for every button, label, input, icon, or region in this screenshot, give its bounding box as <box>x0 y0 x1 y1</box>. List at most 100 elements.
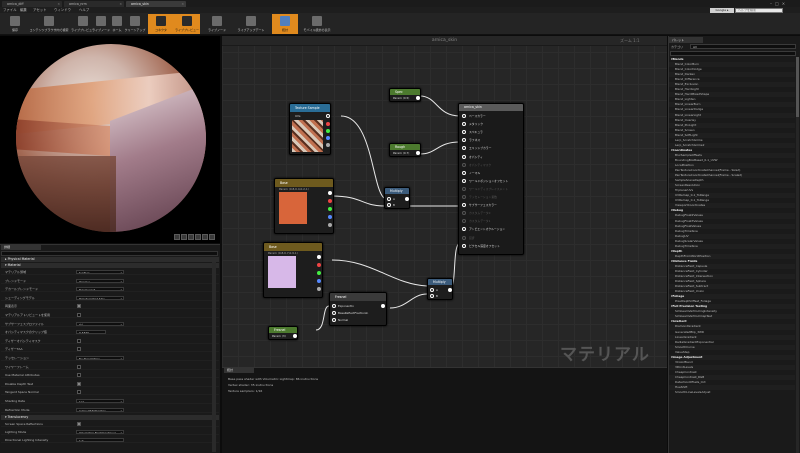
input-pin[interactable] <box>462 162 466 167</box>
node-material-output[interactable]: arnica_skin ベースカラー メタリック スペキュラ ラフネス エミッシブカラー… <box>458 103 524 255</box>
input-pin[interactable] <box>462 186 466 191</box>
property-select[interactable]: No Tessellation <box>76 356 124 360</box>
property-select[interactable]: Translucent <box>76 287 124 292</box>
section-physical-material[interactable]: ▸ Physical Material <box>1 257 219 262</box>
property-checkbox[interactable] <box>77 381 81 386</box>
output-pin-r[interactable] <box>328 199 332 203</box>
details-scrollbar[interactable] <box>212 262 216 452</box>
stats-toggle[interactable]: 統計 <box>272 14 298 34</box>
input-pin[interactable] <box>462 138 466 143</box>
node-base-color-param[interactable]: Base Param (0.8,0.4,0.2,1) <box>274 178 334 234</box>
input-pin-b[interactable] <box>430 294 434 298</box>
input-pin-exponent[interactable] <box>332 304 336 308</box>
output-pin-rgb[interactable] <box>326 114 330 118</box>
input-pin-normal[interactable] <box>332 318 336 322</box>
section-translucency[interactable]: ▾ Translucency <box>1 415 219 420</box>
input-pin[interactable] <box>462 170 466 175</box>
output-pin-b[interactable] <box>326 136 330 140</box>
property-input[interactable]: 0.3333 <box>76 330 106 335</box>
output-pin-r[interactable] <box>317 263 321 267</box>
property-select[interactable]: 1x1 <box>76 399 124 403</box>
details-tab[interactable]: 詳細 <box>1 245 41 250</box>
input-pin[interactable] <box>462 154 466 159</box>
node-rough-param[interactable]: Rough Param (0.7) <box>389 143 421 157</box>
live-update-toggle[interactable]: ライブアップデート <box>234 14 268 34</box>
property-checkbox[interactable] <box>77 390 81 395</box>
input-pin[interactable] <box>462 203 466 208</box>
input-pin[interactable] <box>462 219 466 224</box>
property-select[interactable]: Opaque <box>76 278 124 283</box>
output-pin-a[interactable] <box>328 223 332 227</box>
cube-icon[interactable] <box>195 234 201 240</box>
input-pin[interactable] <box>462 235 466 240</box>
property-checkbox[interactable] <box>77 364 81 369</box>
section-material[interactable]: ▾ Material <box>1 263 219 268</box>
node-multiply-1[interactable]: Multiply A B <box>384 187 410 209</box>
property-select[interactable]: Surface <box>76 270 124 274</box>
palette-scroll-thumb[interactable] <box>796 57 799 117</box>
property-checkbox[interactable] <box>77 373 81 378</box>
plane-icon[interactable] <box>188 234 194 240</box>
input-pin[interactable] <box>462 122 466 127</box>
node-texture-sample[interactable]: Texture Sample UVs <box>289 103 331 155</box>
palette-search-input[interactable] <box>670 51 796 56</box>
output-pin-rgb[interactable] <box>328 191 332 195</box>
window-controls[interactable]: –□× <box>770 1 798 6</box>
property-select[interactable]: 1.0 <box>76 438 124 442</box>
output-pin-b[interactable] <box>328 215 332 219</box>
output-pin[interactable] <box>405 197 409 201</box>
input-pin-base-reflect[interactable] <box>332 311 336 315</box>
output-pin-g[interactable] <box>326 129 330 133</box>
output-pin-r[interactable] <box>326 122 330 126</box>
property-select[interactable]: Volumetric NonDirectional <box>76 430 124 434</box>
node-fresnel-param[interactable]: Fresnel Param (3) <box>268 326 298 340</box>
output-pin[interactable] <box>293 334 297 338</box>
category-select[interactable]: All <box>690 44 796 49</box>
output-pin-b[interactable] <box>317 279 321 283</box>
input-pin[interactable] <box>462 195 466 199</box>
output-pin[interactable] <box>381 304 385 308</box>
input-pin[interactable] <box>462 114 466 118</box>
browse-button[interactable]: コンテンツブラウザ内で検索 <box>29 14 69 34</box>
output-pin-g[interactable] <box>317 271 321 275</box>
property-checkbox[interactable] <box>77 304 81 309</box>
cylinder-icon[interactable] <box>174 234 180 240</box>
property-checkbox[interactable] <box>77 338 81 343</box>
realtime-icon[interactable] <box>209 234 215 240</box>
stats-tab[interactable]: 統計 <box>224 368 254 373</box>
input-pin-b[interactable] <box>387 203 391 207</box>
input-pin[interactable] <box>462 227 466 232</box>
property-checkbox[interactable] <box>77 313 81 317</box>
input-pin[interactable] <box>462 243 466 248</box>
mesh-icon[interactable] <box>202 234 208 240</box>
palette-tab[interactable]: パレット <box>669 37 703 43</box>
details-search-input[interactable] <box>1 251 218 256</box>
node-multiply-2[interactable]: Multiply A B <box>427 278 453 300</box>
output-pin-a[interactable] <box>326 143 330 147</box>
property-select[interactable]: なし <box>76 321 124 326</box>
save-button[interactable]: 保存 <box>2 14 28 34</box>
preview-viewport[interactable] <box>0 36 220 243</box>
property-select[interactable]: Preintegrated Skin <box>76 295 124 300</box>
input-pin[interactable] <box>462 211 466 216</box>
input-pin[interactable] <box>462 178 466 183</box>
property-checkbox[interactable] <box>77 347 81 352</box>
live-nodes-toggle[interactable]: ライブノード <box>204 14 230 34</box>
output-pin-a[interactable] <box>317 287 321 291</box>
property-select[interactable]: Index Of Refraction <box>76 407 124 412</box>
sphere-icon[interactable] <box>181 234 187 240</box>
property-checkbox[interactable] <box>77 422 81 426</box>
mobile-stats-button[interactable]: モバイル統計の表示 <box>300 14 334 34</box>
output-pin[interactable] <box>416 151 420 155</box>
output-pin[interactable] <box>416 96 420 100</box>
input-pin-a[interactable] <box>387 197 391 201</box>
node-sss-color-param[interactable]: Base Param (0.8,0.7,0.9,1) <box>263 242 323 298</box>
output-pin-rgb[interactable] <box>317 255 321 259</box>
output-pin-g[interactable] <box>328 207 332 211</box>
node-spec-param[interactable]: Spec Param (0.5) <box>389 88 421 102</box>
output-pin[interactable] <box>448 288 452 292</box>
live-preview-toggle[interactable]: ライブプレビュー <box>174 14 200 34</box>
input-pin-a[interactable] <box>430 288 434 292</box>
palette-item[interactable]: SmoothLineLevelsAdjust <box>669 390 795 395</box>
node-fresnel[interactable]: Fresnel ExponentIn BaseReflectFractionIn… <box>329 292 387 326</box>
